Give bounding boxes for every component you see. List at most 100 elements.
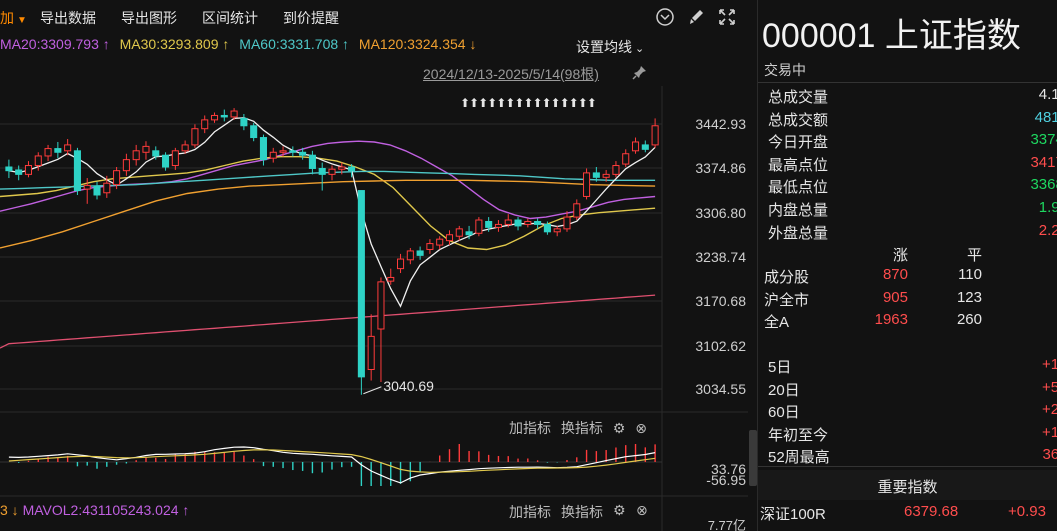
candle bbox=[162, 154, 170, 168]
candle bbox=[279, 150, 287, 153]
candle bbox=[445, 234, 454, 242]
close-icon[interactable]: ⊗ bbox=[636, 502, 648, 519]
table-row: 沪全市 905 123 12 bbox=[764, 289, 1057, 311]
candle bbox=[24, 165, 33, 175]
candle bbox=[142, 145, 150, 153]
quote-row-value: 3368. bbox=[1030, 176, 1057, 194]
important-index-header[interactable]: 重要指数 bbox=[758, 470, 1057, 500]
pin-icon[interactable] bbox=[632, 64, 648, 80]
expand-icon[interactable] bbox=[716, 6, 738, 28]
candle bbox=[543, 223, 551, 233]
candle bbox=[514, 219, 522, 227]
candle bbox=[152, 150, 160, 157]
y-tick-label: 3034.55 bbox=[695, 381, 746, 397]
table-cell: 全A bbox=[764, 314, 790, 332]
candle bbox=[338, 166, 346, 170]
vol-add-indicator-button[interactable]: 加指标 bbox=[509, 502, 551, 522]
ma30-label: MA30:3293.809 ↑ bbox=[119, 36, 230, 52]
candle bbox=[240, 117, 248, 127]
candle bbox=[465, 231, 473, 236]
quote-row-value: 1.98 bbox=[1038, 199, 1057, 216]
vol-change-indicator-button[interactable]: 换指标 bbox=[561, 502, 603, 522]
candle bbox=[103, 182, 111, 194]
vertical-scrollbar[interactable] bbox=[749, 430, 757, 486]
header-flat: 平 bbox=[966, 247, 982, 264]
stat-value: 3674. bbox=[1042, 446, 1057, 464]
change-indicator-button[interactable]: 换指标 bbox=[561, 420, 603, 436]
signal-arrows: ⬆⬆⬆⬆⬆⬆⬆⬆⬆⬆⬆⬆⬆⬆⬆ bbox=[460, 96, 597, 110]
stat-row: 60日 +2.07 bbox=[768, 401, 1057, 423]
stat-row: 5日 +1.76 bbox=[768, 356, 1057, 378]
candle bbox=[201, 119, 209, 130]
divider bbox=[758, 82, 1057, 83]
brush-icon[interactable] bbox=[685, 6, 707, 28]
ma-settings-button[interactable]: 设置均线 ⌄ bbox=[576, 37, 644, 57]
close-icon[interactable]: ⊗ bbox=[635, 420, 647, 436]
export-chart-button[interactable]: 导出图形 bbox=[121, 8, 177, 28]
y-tick-label: 3374.86 bbox=[695, 160, 746, 176]
macd-tick-label: -56.95 bbox=[706, 472, 746, 488]
y-tick-label: 3170.68 bbox=[695, 293, 746, 309]
candle bbox=[250, 125, 258, 139]
table-cell: 110 bbox=[958, 266, 982, 283]
candle bbox=[289, 150, 297, 153]
candle bbox=[563, 216, 571, 230]
price-alert-button[interactable]: 到价提醒 bbox=[283, 8, 339, 28]
candle bbox=[416, 250, 424, 256]
candle bbox=[191, 128, 199, 146]
table-cell: 12 bbox=[1014, 266, 1057, 283]
ma20-label: MA20:3309.793 ↑ bbox=[0, 36, 110, 52]
date-range-label[interactable]: 2024/12/13-2025/5/14(98根) bbox=[423, 64, 599, 84]
candle bbox=[641, 144, 649, 150]
table-cell: 沪全市 bbox=[764, 291, 810, 309]
trading-status: 交易中 bbox=[764, 62, 806, 78]
candle bbox=[113, 170, 121, 186]
candle bbox=[475, 219, 483, 234]
quote-info-panel: 000001 上证指数 交易中 总成交量 4.18 总成交额 4817 今日开盘 3374… bbox=[758, 0, 1057, 531]
chart-panel: 3040.69 加 ▼ 导出数据 导出图形 区间统计 到价提醒 MA20:3309… bbox=[0, 0, 748, 531]
chevron-circle-icon[interactable] bbox=[654, 6, 676, 28]
quote-row: 内盘总量 1.98 bbox=[768, 199, 1057, 221]
vol-tick-label: 7.77亿 bbox=[707, 518, 746, 531]
sub-index-price: 6379.68 bbox=[904, 503, 959, 520]
gear-icon[interactable]: ⚙ bbox=[613, 502, 626, 519]
export-data-button[interactable]: 导出数据 bbox=[40, 8, 96, 28]
candle bbox=[269, 151, 277, 159]
candle bbox=[377, 281, 385, 330]
y-tick-label: 3442.93 bbox=[695, 116, 746, 132]
candle bbox=[387, 276, 395, 282]
stat-label: 年初至今 bbox=[768, 426, 829, 444]
candle bbox=[171, 150, 179, 167]
table-cell: 30 bbox=[1014, 311, 1057, 328]
candle bbox=[357, 190, 365, 378]
candle bbox=[494, 223, 502, 228]
candle bbox=[622, 153, 630, 165]
quote-row: 外盘总量 2.20 bbox=[768, 222, 1057, 244]
candle bbox=[367, 335, 375, 371]
candle bbox=[436, 238, 444, 246]
candle bbox=[181, 144, 189, 152]
index-title: 000001 上证指数 bbox=[762, 17, 1021, 55]
add-indicator-button[interactable]: 加指标 bbox=[509, 420, 551, 436]
quote-row-label: 外盘总量 bbox=[768, 224, 829, 242]
quote-row-value: 4817 bbox=[1034, 108, 1057, 126]
annotation-arrow bbox=[363, 386, 382, 395]
candle bbox=[230, 110, 238, 118]
candle bbox=[83, 184, 91, 190]
low-price-annotation: 3040.69 bbox=[383, 378, 434, 394]
y-tick-label: 3102.62 bbox=[695, 338, 746, 354]
range-stats-button[interactable]: 区间统计 bbox=[202, 8, 258, 28]
candle bbox=[524, 220, 532, 225]
table-row: 成分股 870 110 12 bbox=[764, 266, 1057, 288]
gear-icon[interactable]: ⚙ bbox=[613, 420, 626, 436]
candle bbox=[583, 172, 591, 197]
sub-index-row[interactable]: 深证100R 6379.68 +0.93 bbox=[758, 503, 1057, 525]
add-button[interactable]: 加 ▼ bbox=[0, 8, 27, 28]
candle bbox=[64, 144, 72, 152]
candle bbox=[259, 137, 267, 161]
candle bbox=[553, 228, 561, 233]
stat-value: +5.04 bbox=[1042, 378, 1057, 396]
candle bbox=[308, 154, 316, 169]
ma-line-ma5 bbox=[8, 117, 656, 308]
candle bbox=[602, 173, 610, 178]
